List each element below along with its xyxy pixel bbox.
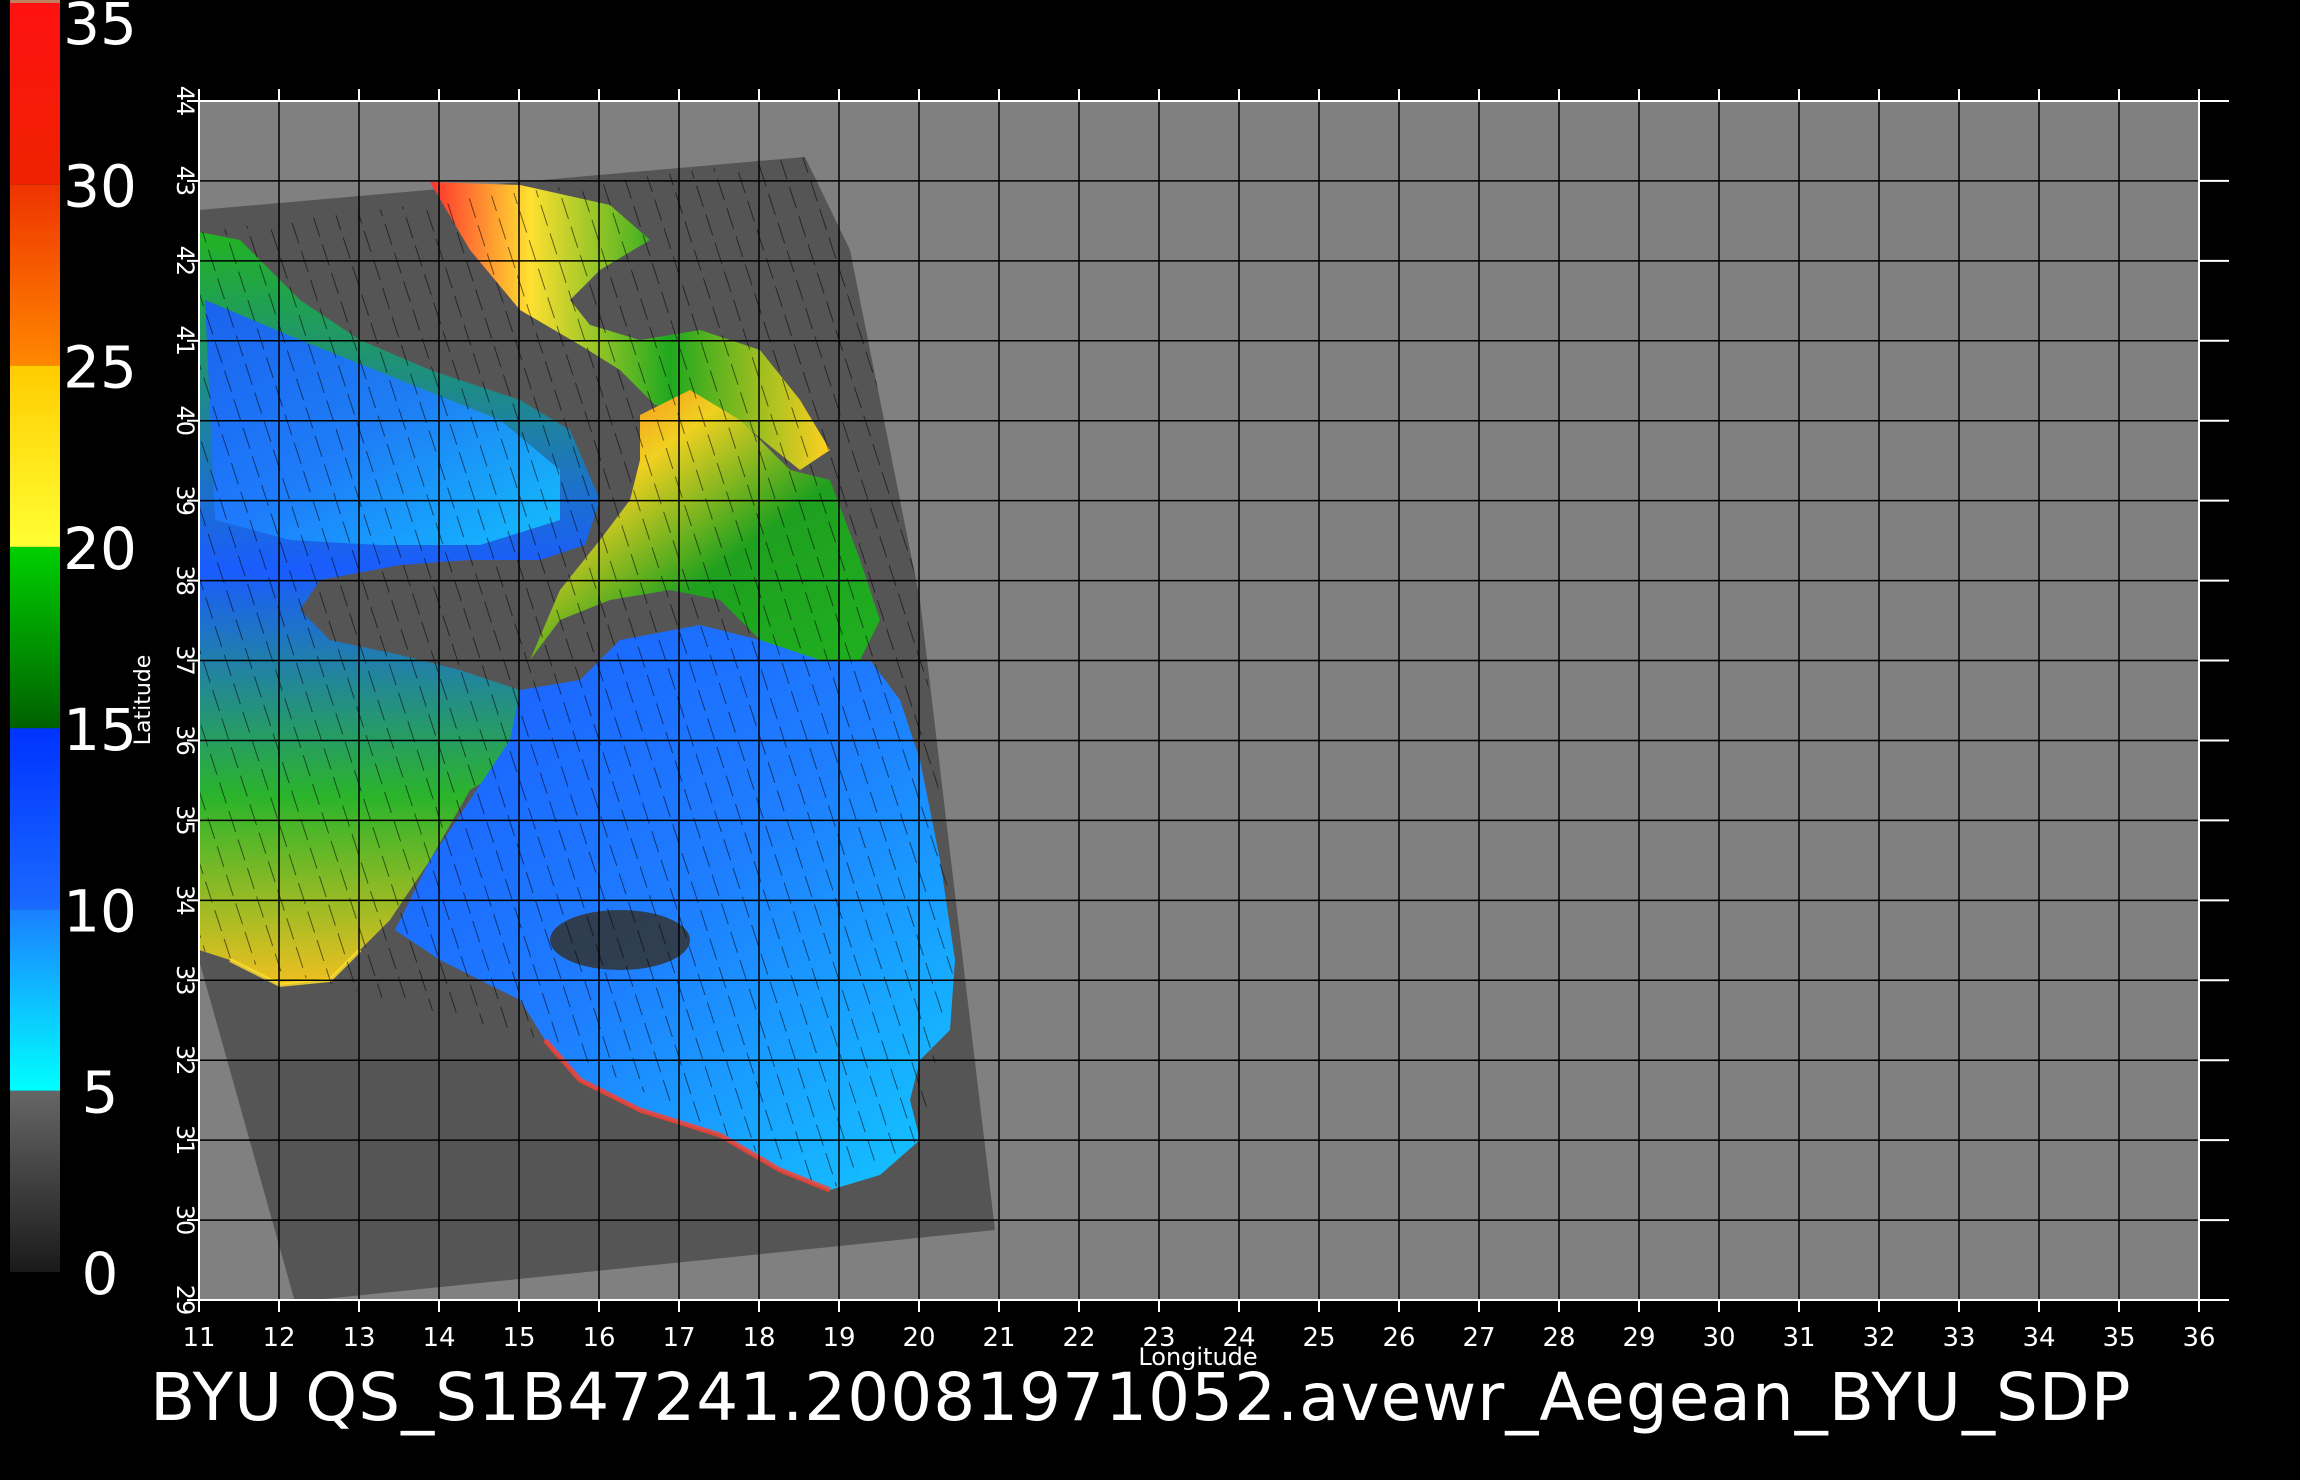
y-tick-label: 29 — [171, 1285, 199, 1316]
x-tick-label: 19 — [822, 1323, 855, 1353]
x-tick-label: 12 — [262, 1323, 295, 1353]
y-tick-label: 37 — [171, 645, 199, 676]
colorbar-band — [10, 3, 60, 185]
x-tick-label: 25 — [1302, 1323, 1335, 1353]
y-tick-label: 30 — [171, 1205, 199, 1236]
x-tick-label: 16 — [582, 1323, 615, 1353]
x-tick-label: 34 — [2022, 1323, 2055, 1353]
colorbar — [10, 0, 60, 1272]
colorbar-band — [10, 728, 60, 910]
x-tick-label: 27 — [1462, 1323, 1495, 1353]
x-tick-label: 21 — [982, 1323, 1015, 1353]
y-tick-label: 38 — [171, 565, 199, 596]
x-tick-label: 18 — [742, 1323, 775, 1353]
x-tick-label: 22 — [1062, 1323, 1095, 1353]
colorbar-label: 35 — [63, 0, 137, 58]
x-tick-label: 29 — [1622, 1323, 1655, 1353]
y-tick-label: 32 — [171, 1045, 199, 1076]
colorbar-label: 20 — [63, 515, 137, 583]
product-title: BYU QS_S1B47241.20081971052.avewr_Aegean… — [150, 1359, 2132, 1436]
x-tick-label: 31 — [1782, 1323, 1815, 1353]
x-tick-label: 36 — [2182, 1323, 2215, 1353]
colorbar-band — [10, 546, 60, 729]
x-tick-label: 11 — [182, 1323, 215, 1353]
x-tick-label: 14 — [422, 1323, 455, 1353]
colorbar-label: 30 — [63, 152, 137, 220]
colorbar-band — [10, 909, 60, 1091]
y-tick-label: 41 — [171, 326, 199, 357]
x-tick-label: 32 — [1862, 1323, 1895, 1353]
y-tick-label: 31 — [171, 1125, 199, 1156]
y-tick-label: 40 — [171, 405, 199, 436]
colorbar-label: 10 — [63, 877, 137, 945]
x-tick-label: 33 — [1942, 1323, 1975, 1353]
y-tick-label: 36 — [171, 725, 199, 756]
x-tick-label: 13 — [342, 1323, 375, 1353]
x-tick-label: 15 — [502, 1323, 535, 1353]
y-tick-label: 43 — [171, 166, 199, 197]
x-tick-label: 30 — [1702, 1323, 1735, 1353]
y-tick-label: 33 — [171, 965, 199, 996]
y-tick-label: 42 — [171, 246, 199, 277]
x-tick-label: 28 — [1542, 1323, 1575, 1353]
y-tick-label: 39 — [171, 485, 199, 516]
colorbar-band — [10, 0, 60, 3]
colorbar-label: 15 — [63, 696, 137, 764]
colorbar-band — [10, 1090, 60, 1272]
x-tick-label: 20 — [902, 1323, 935, 1353]
wind-map: 0 5 10 15 20 25 30 35 11 12 13 14 15 16 17 18 19 20 21 22 2… — [10, 0, 2229, 1371]
y-axis-label: Latitude — [131, 655, 156, 746]
colorbar-labels: 0 5 10 15 20 25 30 35 — [63, 0, 137, 1308]
y-tick-label: 44 — [171, 86, 199, 117]
x-tick-label: 17 — [662, 1323, 695, 1353]
colorbar-band — [10, 365, 60, 547]
y-tick-label: 34 — [171, 885, 199, 916]
colorbar-label: 5 — [82, 1059, 119, 1127]
colorbar-band — [10, 184, 60, 366]
colorbar-label: 25 — [63, 334, 137, 402]
x-tick-label: 26 — [1382, 1323, 1415, 1353]
y-tick-label: 35 — [171, 805, 199, 836]
x-tick-label: 35 — [2102, 1323, 2135, 1353]
colorbar-label: 0 — [82, 1240, 119, 1308]
